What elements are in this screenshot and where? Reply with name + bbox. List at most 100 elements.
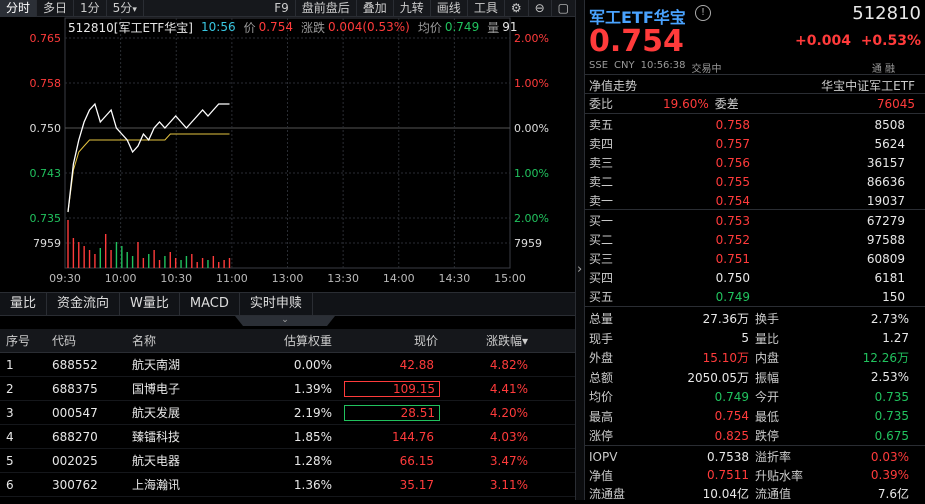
x-tick: 09:30 (49, 272, 81, 285)
table-row[interactable]: 4 688270 臻镭科技 1.85% 144.76 4.03% (0, 425, 575, 449)
order-ratio-row: 委比 19.60% 委差 76045 (585, 94, 925, 113)
row-price-cell: 109.15 (336, 380, 442, 397)
row-price: 109.15 (344, 380, 440, 397)
col-weight[interactable]: 估算权重 (268, 332, 336, 349)
row-price-cell: 35.17 (336, 478, 442, 492)
table-row[interactable]: 2 688375 国博电子 1.39% 109.15 4.41% (0, 377, 575, 401)
stat-key: 最低 (755, 409, 780, 424)
ask-label: 卖五 (589, 118, 614, 132)
row-name: 国博电子 (132, 382, 181, 396)
row-price-cell: 66.15 (336, 454, 442, 468)
row-name: 航天电器 (132, 454, 181, 468)
table-header: 序号 代码 名称 估算权重 现价 涨跌幅▾ (0, 329, 575, 353)
stat-row: 总额 2050.05万 振幅 2.53% (585, 368, 925, 388)
y-tick-right: 0.00% (514, 122, 549, 135)
stat-key: IOPV (589, 449, 618, 464)
tab-volume-ratio[interactable]: 量比 (0, 293, 48, 315)
x-tick: 14:00 (383, 272, 415, 285)
ask-price: 0.754 (715, 193, 750, 208)
bid-price: 0.751 (715, 251, 750, 266)
intraday-chart[interactable]: 0.765 0.758 0.750 0.743 0.735 2.00% 1.00% 0.00%… (0, 0, 575, 292)
bid-level[interactable]: 买四 0.750 6181 (585, 268, 925, 287)
tab-w-volume-ratio[interactable]: W量比 (120, 293, 180, 315)
y-tick-right: 1.00% (514, 77, 549, 90)
tab-realtime-redemption[interactable]: 实时申赎 (240, 293, 313, 315)
ask-level[interactable]: 卖一 0.754 19037 (585, 191, 925, 210)
table-row[interactable]: 3 000547 航天发展 2.19% 28.51 4.20% (0, 401, 575, 425)
stat-key: 最高 (589, 409, 614, 424)
row-weight: 1.36% (293, 477, 332, 492)
row-code: 688270 (52, 429, 98, 444)
row-code: 000547 (52, 405, 98, 420)
stat-value: 2.53% (870, 370, 909, 385)
stat-row: 现手 5 量比 1.27 (585, 329, 925, 349)
index-name[interactable]: 华宝中证军工ETF (821, 77, 915, 94)
ask-level[interactable]: 卖四 0.757 5624 (585, 134, 925, 153)
stat-value: 0.735 (874, 389, 909, 404)
ask-level[interactable]: 卖五 0.758 8508 (585, 115, 925, 134)
col-index[interactable]: 序号 (0, 332, 48, 349)
bid-volume: 97588 (866, 232, 905, 247)
ask-level[interactable]: 卖三 0.756 36157 (585, 153, 925, 172)
vol-tick-right: 7959 (514, 237, 542, 250)
col-change[interactable]: 涨跌幅▾ (442, 332, 532, 349)
bid-label: 买三 (589, 252, 614, 266)
info-icon[interactable]: ! (695, 5, 711, 21)
indicator-tabs: 量比 资金流向 W量比 MACD 实时申赎 (0, 292, 575, 316)
col-name[interactable]: 名称 (128, 332, 268, 349)
bid-volume: 150 (882, 289, 905, 304)
stat-value: 27.36万 (702, 312, 749, 327)
chart-info-bar: 512810[军工ETF华宝] 10:56 价 0.754 涨跌 0.004(0… (68, 18, 518, 36)
stat-key: 总量 (589, 312, 614, 327)
stat-key: 均价 (589, 390, 614, 405)
stat-key: 溢折率 (755, 450, 792, 465)
info-time: 10:56 (201, 20, 236, 34)
table-row[interactable]: 1 688552 航天南湖 0.00% 42.88 4.82% (0, 353, 575, 377)
bid-volume: 67279 (866, 213, 905, 228)
stat-row: 涨停 0.825 跌停 0.675 (585, 426, 925, 446)
row-code: 688552 (52, 357, 98, 372)
ask-volume: 5624 (874, 136, 905, 151)
col-code[interactable]: 代码 (48, 332, 128, 349)
tab-macd[interactable]: MACD (180, 293, 240, 315)
price-change-pct: +0.53% (860, 33, 921, 49)
collapse-handle-icon[interactable]: ⌄ (235, 316, 335, 326)
bid-label: 买一 (589, 214, 614, 228)
x-tick: 13:30 (327, 272, 359, 285)
ask-volume: 19037 (866, 193, 905, 208)
bid-level[interactable]: 买二 0.752 97588 (585, 230, 925, 249)
table-row[interactable]: 5 002025 航天电器 1.28% 66.15 3.47% (0, 449, 575, 473)
x-tick: 14:30 (439, 272, 471, 285)
row-change: 4.20% (489, 405, 528, 420)
nav-trend-link[interactable]: 净值走势 (589, 77, 637, 94)
market: SSE (589, 60, 609, 71)
row-index: 5 (6, 453, 14, 468)
stat-key: 跌停 (755, 429, 780, 444)
ask-level[interactable]: 卖二 0.755 86636 (585, 172, 925, 191)
row-name: 航天发展 (132, 406, 181, 420)
table-row[interactable]: 6 300762 上海瀚讯 1.36% 35.17 3.11% (0, 473, 575, 497)
info-price: 0.754 (258, 20, 293, 34)
expand-arrow-icon[interactable]: › (577, 262, 582, 277)
trade-tags: 通 融 (871, 64, 895, 75)
price-line (67, 102, 230, 213)
ask-label: 卖一 (589, 194, 614, 208)
y-tick-right: 2.00% (514, 212, 549, 225)
bid-level[interactable]: 买五 0.749 150 (585, 287, 925, 306)
stat-value: 0.825 (714, 428, 749, 443)
col-price[interactable]: 现价 (336, 332, 442, 349)
tab-money-flow[interactable]: 资金流向 (47, 293, 121, 315)
row-price: 66.15 (399, 453, 434, 468)
bid-level[interactable]: 买三 0.751 60809 (585, 249, 925, 268)
ask-label: 卖四 (589, 137, 614, 151)
info-code: 512810[军工ETF华宝] (68, 20, 193, 35)
panel-divider[interactable]: › (575, 0, 585, 500)
stat-value: 0.7538 (707, 449, 749, 464)
row-index: 4 (6, 429, 14, 444)
x-tick: 10:30 (160, 272, 192, 285)
row-weight: 0.00% (293, 357, 332, 372)
stat-key: 总额 (589, 370, 614, 385)
row-code: 300762 (52, 477, 98, 492)
bid-level[interactable]: 买一 0.753 67279 (585, 211, 925, 230)
stat-value: 1.27 (882, 331, 909, 346)
